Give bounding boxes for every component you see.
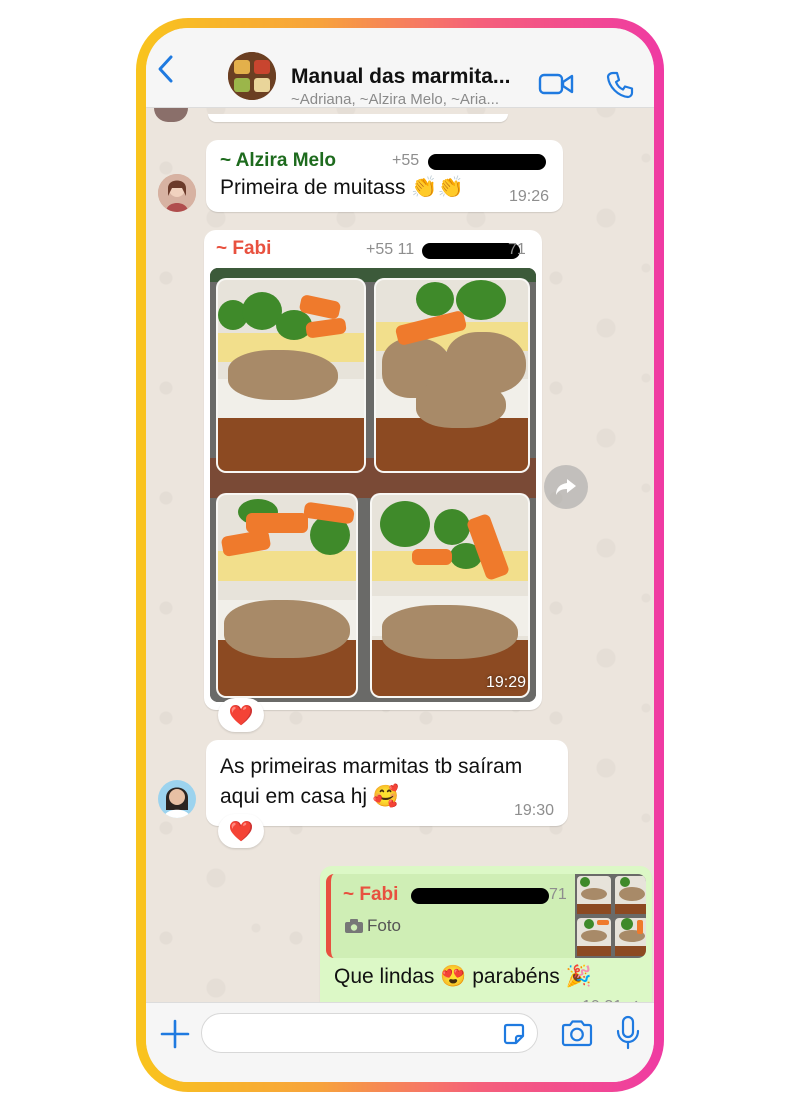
quote-sender: ~ Fabi xyxy=(343,884,399,905)
sender-phone: +55 11 xyxy=(366,241,415,258)
camera-icon[interactable] xyxy=(560,1019,594,1047)
chat-participants[interactable]: ~Adriana, ~Alzira Melo, ~Aria... xyxy=(291,91,499,108)
redacted-phone xyxy=(428,154,546,170)
microphone-icon[interactable] xyxy=(616,1015,640,1051)
sender-name[interactable]: ~ Fabi xyxy=(216,238,271,260)
sender-phone-suffix: 71 xyxy=(508,241,526,258)
food-tray xyxy=(216,278,366,473)
quoted-message[interactable]: ~ Fabi 71 Foto xyxy=(326,874,646,958)
phone-frame: Manual das marmita... ~Adriana, ~Alzira … xyxy=(136,18,664,1092)
forward-button[interactable] xyxy=(544,465,588,509)
food-photo[interactable]: 19:29 xyxy=(210,268,536,702)
quote-phone-suffix: 71 xyxy=(549,886,567,903)
composer-bar xyxy=(146,1002,654,1082)
message-time: 19:30 xyxy=(513,802,554,819)
chat-title[interactable]: Manual das marmita... xyxy=(291,65,510,89)
forward-icon xyxy=(556,479,576,495)
group-avatar[interactable] xyxy=(228,52,276,100)
photo-message-bubble[interactable]: ~ Fabi +55 11 71 19:29 xyxy=(204,230,542,710)
message-text: Que lindas 😍 parabéns 🎉 xyxy=(334,965,592,988)
chat-screen: Manual das marmita... ~Adriana, ~Alzira … xyxy=(146,28,654,1082)
message-time: 19:29 xyxy=(485,674,526,691)
food-tray xyxy=(370,493,530,698)
avatar[interactable] xyxy=(158,780,196,818)
quote-label: Foto xyxy=(367,916,402,935)
message-input[interactable] xyxy=(201,1013,538,1053)
redacted-phone xyxy=(422,243,520,259)
redacted-phone xyxy=(411,888,549,904)
quote-thumbnail xyxy=(575,874,646,958)
plus-icon[interactable] xyxy=(158,1017,192,1051)
sender-phone: +55 xyxy=(392,152,420,169)
partial-message-bubble[interactable] xyxy=(208,114,508,122)
partial-avatar xyxy=(154,108,188,122)
message-text: As primeiras marmitas tb saíram xyxy=(220,755,523,778)
chat-header: Manual das marmita... ~Adriana, ~Alzira … xyxy=(146,28,654,108)
avatar[interactable] xyxy=(158,174,196,212)
message-bubble[interactable]: As primeiras marmitas tb saíram aqui em … xyxy=(206,740,568,826)
message-bubble[interactable]: ~ Alzira Melo +55 Primeira de muitass 👏👏… xyxy=(206,140,563,212)
heart-reaction[interactable]: ❤️ xyxy=(218,814,264,848)
camera-small-icon xyxy=(345,919,363,933)
message-time: 19:26 xyxy=(508,188,549,205)
heart-reaction[interactable]: ❤️ xyxy=(218,698,264,732)
chevron-left-icon[interactable] xyxy=(154,54,178,84)
message-text: Primeira de muitass 👏👏 xyxy=(220,176,464,199)
food-tray xyxy=(216,493,358,698)
sticker-icon[interactable] xyxy=(501,1021,527,1047)
sender-name[interactable]: ~ Alzira Melo xyxy=(220,150,336,172)
message-text-line2: aqui em casa hj 🥰 xyxy=(220,785,400,808)
video-camera-icon[interactable] xyxy=(538,72,574,96)
phone-icon[interactable] xyxy=(605,70,635,100)
outgoing-message-bubble[interactable]: ~ Fabi 71 Foto Que lindas 😍 parabéns 🎉 xyxy=(320,866,652,1022)
food-tray xyxy=(374,278,530,473)
